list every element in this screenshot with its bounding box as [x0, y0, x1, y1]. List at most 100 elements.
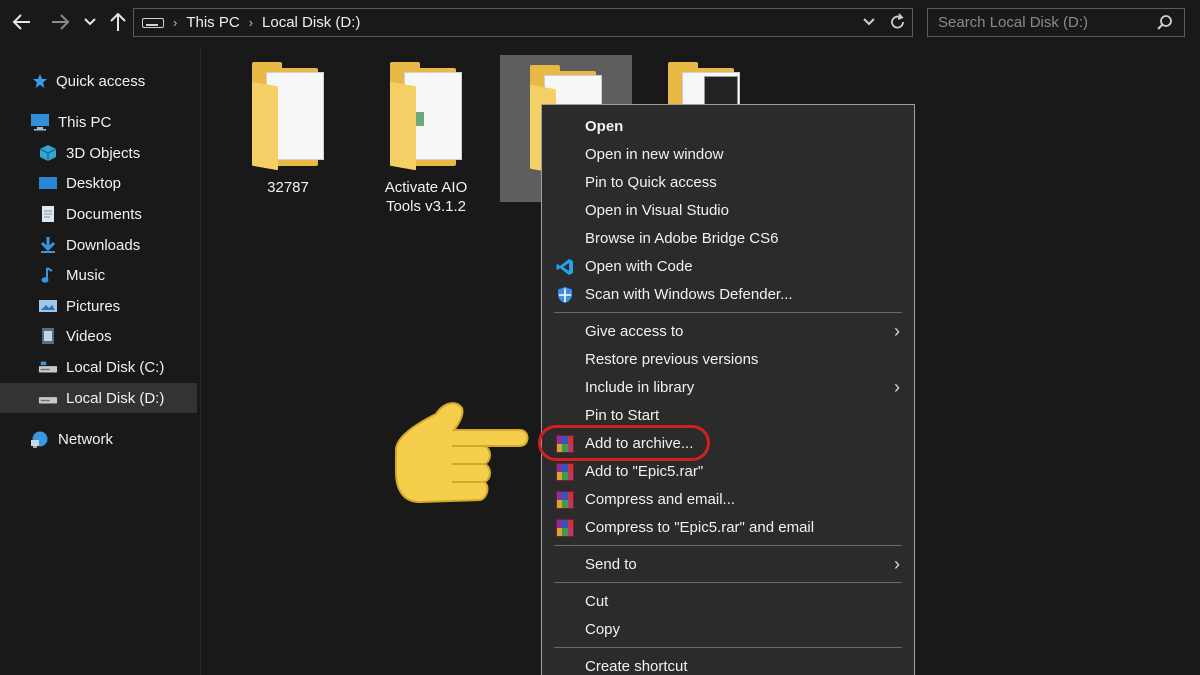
- sidebar-item-local-disk-c[interactable]: Local Disk (C:): [0, 352, 197, 382]
- network-icon: [30, 430, 50, 448]
- back-arrow-icon: [12, 14, 30, 30]
- address-toolbar: › This PC › Local Disk (D:) Search Local…: [0, 0, 1200, 46]
- sidebar-item-label: Local Disk (C:): [66, 358, 165, 376]
- menu-item-add-to-rar[interactable]: Add to "Epic5.rar": [542, 457, 914, 485]
- chevron-right-icon: ›: [894, 377, 900, 397]
- chevron-down-icon: [84, 18, 96, 26]
- menu-item-label: Add to "Epic5.rar": [585, 462, 704, 480]
- sidebar-item-pictures[interactable]: Pictures: [0, 291, 197, 321]
- folder-label: 32787: [267, 179, 309, 196]
- menu-item-copy[interactable]: Copy: [542, 615, 914, 643]
- breadcrumb-separator: ›: [173, 15, 178, 30]
- menu-item-open-visual-studio[interactable]: Open in Visual Studio: [542, 196, 914, 224]
- download-icon: [38, 236, 58, 254]
- menu-item-restore-versions[interactable]: Restore previous versions: [542, 345, 914, 373]
- chevron-down-icon[interactable]: [862, 13, 876, 31]
- menu-item-scan-defender[interactable]: Scan with Windows Defender...: [542, 280, 914, 308]
- winrar-icon: [556, 491, 574, 509]
- sidebar-item-videos[interactable]: Videos: [0, 321, 197, 351]
- menu-item-cut[interactable]: Cut: [542, 587, 914, 615]
- sidebar-item-label: Pictures: [66, 297, 121, 315]
- sidebar-item-label: Desktop: [66, 174, 122, 192]
- menu-item-open-new-window[interactable]: Open in new window: [542, 140, 914, 168]
- sidebar-item-desktop[interactable]: Desktop: [0, 168, 197, 198]
- sidebar-item-documents[interactable]: Documents: [0, 199, 197, 229]
- sidebar-item-downloads[interactable]: Downloads: [0, 230, 197, 260]
- sidebar-item-label: Network: [58, 430, 114, 448]
- menu-item-label: Open in new window: [585, 145, 724, 163]
- breadcrumb-local-disk-d[interactable]: Local Disk (D:): [262, 14, 360, 31]
- menu-item-compress-rar-email[interactable]: Compress to "Epic5.rar" and email: [542, 513, 914, 541]
- monitor-icon: [30, 113, 50, 131]
- menu-item-label: Open: [585, 117, 624, 135]
- pointing-hand-icon: [395, 402, 529, 504]
- folder-label: Activate AIO Tools v3.1.2: [384, 179, 468, 215]
- address-bar[interactable]: › This PC › Local Disk (D:): [133, 8, 913, 37]
- menu-item-label: Send to: [585, 555, 637, 573]
- menu-item-label: Pin to Quick access: [585, 173, 717, 191]
- sidebar-item-music[interactable]: Music: [0, 260, 197, 290]
- folder-item[interactable]: [644, 62, 764, 104]
- menu-item-compress-email[interactable]: Compress and email...: [542, 485, 914, 513]
- folder-icon: [386, 62, 466, 172]
- sidebar-item-this-pc[interactable]: This PC: [0, 107, 197, 137]
- sidebar-item-network[interactable]: Network: [0, 424, 197, 454]
- sidebar-item-local-disk-d[interactable]: Local Disk (D:): [0, 383, 197, 413]
- menu-item-pin-quick-access[interactable]: Pin to Quick access: [542, 168, 914, 196]
- drive-icon: [38, 389, 58, 407]
- menu-item-open[interactable]: Open: [542, 112, 914, 140]
- search-icon: [1157, 15, 1172, 30]
- winrar-icon: [556, 463, 574, 481]
- sidebar-item-label: 3D Objects: [66, 144, 141, 162]
- folder-icon: [248, 62, 328, 172]
- vscode-icon: [556, 259, 573, 275]
- picture-icon: [38, 297, 58, 315]
- sidebar-item-3d-objects[interactable]: 3D Objects: [0, 138, 197, 168]
- drive-icon: [38, 358, 58, 376]
- up-arrow-icon: [110, 12, 126, 31]
- folder-item[interactable]: Activate AIO Tools v3.1.2: [366, 62, 486, 216]
- menu-item-label: Copy: [585, 620, 621, 638]
- file-thumbnail: [704, 76, 738, 104]
- pane-divider: [200, 46, 201, 675]
- menu-item-label: Scan with Windows Defender...: [585, 285, 793, 303]
- menu-item-send-to[interactable]: Send to ›: [542, 550, 914, 578]
- menu-separator: [554, 647, 902, 648]
- music-icon: [38, 266, 58, 284]
- video-icon: [38, 327, 58, 345]
- menu-item-label: Browse in Adobe Bridge CS6: [585, 229, 779, 247]
- folder-item[interactable]: 32787: [228, 62, 348, 197]
- menu-item-label: Open in Visual Studio: [585, 201, 729, 219]
- forward-arrow-icon: [52, 14, 70, 30]
- recent-locations-button[interactable]: [80, 8, 100, 36]
- context-menu: Open Open in new window Pin to Quick acc…: [541, 104, 915, 675]
- cube-icon: [38, 144, 58, 162]
- refresh-icon[interactable]: [890, 13, 906, 31]
- breadcrumb-separator: ›: [248, 15, 254, 30]
- menu-separator: [554, 582, 902, 583]
- shield-icon: [558, 287, 572, 303]
- menu-item-create-shortcut[interactable]: Create shortcut: [542, 652, 914, 675]
- menu-item-label: Open with Code: [585, 257, 693, 275]
- navigation-pane: Quick access This PC 3D Objects Desktop …: [0, 46, 200, 675]
- sidebar-item-label: Music: [66, 266, 106, 284]
- sidebar-item-label: Downloads: [66, 236, 141, 254]
- menu-item-label: Cut: [585, 592, 609, 610]
- sidebar-item-label: Quick access: [56, 72, 146, 90]
- menu-item-adobe-bridge[interactable]: Browse in Adobe Bridge CS6: [542, 224, 914, 252]
- drive-icon: [142, 17, 164, 28]
- sidebar-item-quick-access[interactable]: Quick access: [0, 66, 197, 96]
- back-button[interactable]: [8, 8, 36, 36]
- menu-item-label: Restore previous versions: [585, 350, 759, 368]
- forward-button[interactable]: [46, 8, 74, 36]
- up-button[interactable]: [104, 8, 132, 36]
- sidebar-item-label: Local Disk (D:): [66, 389, 165, 407]
- chevron-right-icon: ›: [894, 554, 900, 574]
- menu-separator: [554, 312, 902, 313]
- search-box[interactable]: Search Local Disk (D:): [927, 8, 1185, 37]
- menu-item-open-with-code[interactable]: Open with Code: [542, 252, 914, 280]
- menu-item-include-library[interactable]: Include in library ›: [542, 373, 914, 401]
- menu-item-give-access[interactable]: Give access to ›: [542, 317, 914, 345]
- breadcrumb-this-pc[interactable]: This PC: [186, 14, 239, 31]
- menu-separator: [554, 545, 902, 546]
